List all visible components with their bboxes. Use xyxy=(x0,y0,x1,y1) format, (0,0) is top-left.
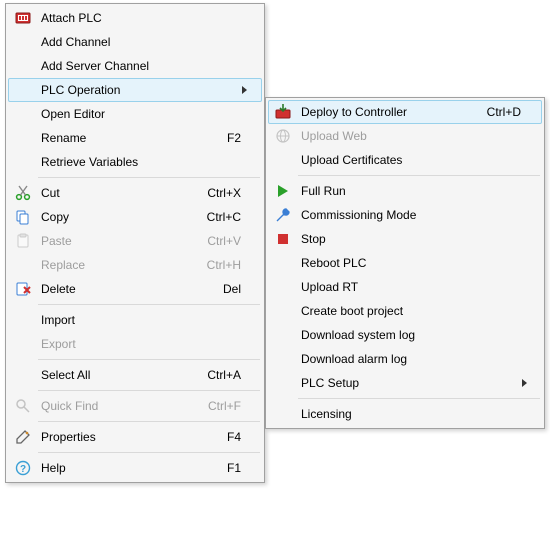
menu-item-upload-web: Upload Web xyxy=(268,124,542,148)
menu-item-label: Attach PLC xyxy=(37,11,241,25)
delete-icon xyxy=(9,281,37,297)
menu-separator xyxy=(298,175,540,176)
menu-item-full-run[interactable]: Full Run xyxy=(268,179,542,203)
submenu-plc-operation: Deploy to Controller Ctrl+D Upload Web U… xyxy=(265,97,545,429)
menu-separator xyxy=(38,304,260,305)
menu-item-label: PLC Setup xyxy=(297,376,521,390)
menu-shortcut: Ctrl+A xyxy=(191,368,241,382)
menu-shortcut: F2 xyxy=(211,131,241,145)
context-menu-main: Attach PLC Add Channel Add Server Channe… xyxy=(5,3,265,483)
help-icon: ? xyxy=(9,460,37,476)
plc-icon xyxy=(9,10,37,26)
menu-item-label: Delete xyxy=(37,282,207,296)
paste-icon xyxy=(9,233,37,249)
menu-shortcut: F1 xyxy=(211,461,241,475)
menu-item-label: Paste xyxy=(37,234,191,248)
menu-shortcut: Ctrl+C xyxy=(191,210,241,224)
menu-shortcut: Ctrl+D xyxy=(471,105,521,119)
menu-item-stop[interactable]: Stop xyxy=(268,227,542,251)
menu-shortcut: Ctrl+H xyxy=(191,258,241,272)
menu-item-label: Upload Web xyxy=(297,129,521,143)
copy-icon xyxy=(9,209,37,225)
menu-item-label: Upload Certificates xyxy=(297,153,521,167)
menu-item-label: PLC Operation xyxy=(37,83,241,97)
menu-item-licensing[interactable]: Licensing xyxy=(268,402,542,426)
submenu-arrow-icon xyxy=(521,379,535,387)
menu-item-label: Select All xyxy=(37,368,191,382)
menu-separator xyxy=(38,421,260,422)
cut-icon xyxy=(9,185,37,201)
menu-item-deploy-to-controller[interactable]: Deploy to Controller Ctrl+D xyxy=(268,100,542,124)
menu-item-label: Cut xyxy=(37,186,191,200)
menu-item-copy[interactable]: Copy Ctrl+C xyxy=(8,205,262,229)
menu-item-label: Download system log xyxy=(297,328,521,342)
menu-item-plc-operation[interactable]: PLC Operation xyxy=(8,78,262,102)
menu-item-label: Deploy to Controller xyxy=(297,105,471,119)
menu-item-reboot-plc[interactable]: Reboot PLC xyxy=(268,251,542,275)
menu-item-label: Download alarm log xyxy=(297,352,521,366)
menu-item-label: Commissioning Mode xyxy=(297,208,521,222)
menu-item-cut[interactable]: Cut Ctrl+X xyxy=(8,181,262,205)
menu-shortcut: Del xyxy=(207,282,241,296)
menu-item-label: Quick Find xyxy=(37,399,192,413)
menu-item-add-server-channel[interactable]: Add Server Channel xyxy=(8,54,262,78)
menu-item-commissioning-mode[interactable]: Commissioning Mode xyxy=(268,203,542,227)
menu-separator xyxy=(38,452,260,453)
menu-shortcut: F4 xyxy=(211,430,241,444)
globe-icon xyxy=(269,128,297,144)
menu-item-upload-certificates[interactable]: Upload Certificates xyxy=(268,148,542,172)
menu-item-label: Open Editor xyxy=(37,107,241,121)
menu-item-help[interactable]: ? Help F1 xyxy=(8,456,262,480)
menu-item-label: Replace xyxy=(37,258,191,272)
menu-item-paste: Paste Ctrl+V xyxy=(8,229,262,253)
menu-item-label: Reboot PLC xyxy=(297,256,521,270)
menu-item-label: Copy xyxy=(37,210,191,224)
menu-item-label: Retrieve Variables xyxy=(37,155,241,169)
menu-item-select-all[interactable]: Select All Ctrl+A xyxy=(8,363,262,387)
menu-item-label: Create boot project xyxy=(297,304,521,318)
menu-item-label: Import xyxy=(37,313,241,327)
menu-item-import[interactable]: Import xyxy=(8,308,262,332)
menu-item-open-editor[interactable]: Open Editor xyxy=(8,102,262,126)
menu-item-attach-plc[interactable]: Attach PLC xyxy=(8,6,262,30)
menu-item-upload-rt[interactable]: Upload RT xyxy=(268,275,542,299)
menu-item-add-channel[interactable]: Add Channel xyxy=(8,30,262,54)
menu-item-label: Upload RT xyxy=(297,280,521,294)
menu-item-label: Stop xyxy=(297,232,521,246)
menu-item-label: Export xyxy=(37,337,241,351)
menu-item-download-alarm-log[interactable]: Download alarm log xyxy=(268,347,542,371)
deploy-icon xyxy=(269,104,297,120)
search-icon xyxy=(9,398,37,414)
submenu-arrow-icon xyxy=(241,86,255,94)
menu-item-label: Help xyxy=(37,461,211,475)
wrench-icon xyxy=(269,207,297,223)
properties-icon xyxy=(9,429,37,445)
menu-shortcut: Ctrl+F xyxy=(192,399,241,413)
menu-item-label: Full Run xyxy=(297,184,521,198)
menu-item-label: Licensing xyxy=(297,407,521,421)
menu-item-rename[interactable]: Rename F2 xyxy=(8,126,262,150)
menu-separator xyxy=(298,398,540,399)
svg-text:?: ? xyxy=(20,464,26,475)
menu-item-create-boot-project[interactable]: Create boot project xyxy=(268,299,542,323)
menu-item-export: Export xyxy=(8,332,262,356)
stop-icon xyxy=(269,231,297,247)
menu-shortcut: Ctrl+V xyxy=(191,234,241,248)
menu-separator xyxy=(38,177,260,178)
menu-separator xyxy=(38,390,260,391)
menu-item-properties[interactable]: Properties F4 xyxy=(8,425,262,449)
menu-item-replace: Replace Ctrl+H xyxy=(8,253,262,277)
menu-item-retrieve-variables[interactable]: Retrieve Variables xyxy=(8,150,262,174)
menu-item-label: Rename xyxy=(37,131,211,145)
menu-shortcut: Ctrl+X xyxy=(191,186,241,200)
menu-item-label: Add Channel xyxy=(37,35,241,49)
menu-separator xyxy=(38,359,260,360)
menu-item-delete[interactable]: Delete Del xyxy=(8,277,262,301)
menu-item-label: Add Server Channel xyxy=(37,59,241,73)
menu-item-plc-setup[interactable]: PLC Setup xyxy=(268,371,542,395)
menu-item-quick-find: Quick Find Ctrl+F xyxy=(8,394,262,418)
play-icon xyxy=(269,183,297,199)
menu-item-label: Properties xyxy=(37,430,211,444)
menu-item-download-system-log[interactable]: Download system log xyxy=(268,323,542,347)
